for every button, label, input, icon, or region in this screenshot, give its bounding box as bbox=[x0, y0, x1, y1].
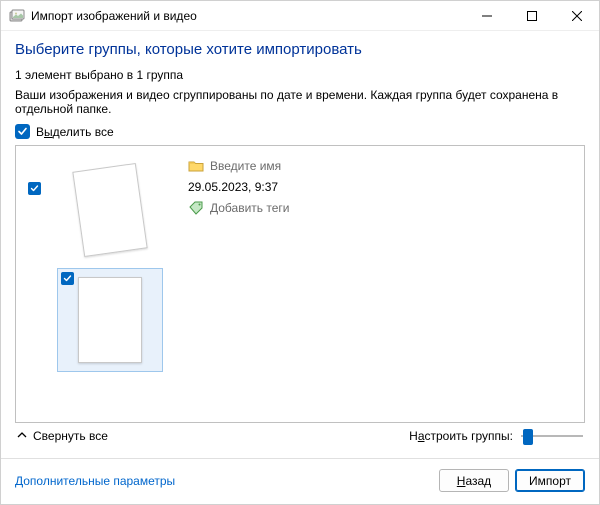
group-meta: Введите имя 29.05.2023, 9:37 Добавить те… bbox=[174, 158, 572, 372]
tag-icon bbox=[188, 201, 204, 215]
select-all-label[interactable]: Выделить все bbox=[36, 125, 114, 139]
tags-input[interactable]: Добавить теги bbox=[210, 200, 289, 216]
description-text: Ваши изображения и видео сгруппированы п… bbox=[15, 88, 585, 116]
selection-summary: 1 элемент выбрано в 1 группа bbox=[15, 68, 585, 82]
group-name-row[interactable]: Введите имя bbox=[188, 158, 572, 174]
back-button[interactable]: Назад bbox=[439, 469, 509, 492]
more-options-link[interactable]: Дополнительные параметры bbox=[15, 474, 175, 488]
page-heading: Выберите группы, которые хотите импортир… bbox=[15, 41, 585, 58]
file-thumbnail-icon bbox=[72, 163, 147, 257]
adjust-groups-label: Настроить группы: bbox=[409, 429, 513, 443]
group-granularity-slider[interactable] bbox=[521, 429, 583, 443]
slider-thumb[interactable] bbox=[523, 429, 533, 445]
import-button[interactable]: Импорт bbox=[515, 469, 585, 492]
thumbnail-checkbox[interactable] bbox=[61, 272, 74, 285]
thumbnail-item[interactable] bbox=[57, 158, 163, 262]
footer: Дополнительные параметры Назад Импорт bbox=[1, 458, 599, 504]
thumbnails-column bbox=[48, 158, 172, 372]
select-all-row: Выделить все bbox=[15, 124, 585, 139]
window-buttons bbox=[464, 1, 599, 30]
group-checkbox[interactable] bbox=[28, 182, 41, 195]
app-icon bbox=[9, 8, 25, 24]
select-all-checkbox[interactable] bbox=[15, 124, 30, 139]
file-thumbnail-icon bbox=[78, 277, 142, 363]
minimize-button[interactable] bbox=[464, 1, 509, 30]
folder-icon bbox=[188, 159, 204, 173]
groups-toolbar: Свернуть все Настроить группы: bbox=[15, 423, 585, 449]
adjust-groups: Настроить группы: bbox=[409, 429, 583, 443]
content-area: Выберите группы, которые хотите импортир… bbox=[1, 31, 599, 458]
group-datetime: 29.05.2023, 9:37 bbox=[188, 179, 572, 195]
thumbnail-item[interactable] bbox=[57, 268, 163, 372]
chevron-up-icon bbox=[17, 429, 27, 443]
close-button[interactable] bbox=[554, 1, 599, 30]
group-name-input[interactable]: Введите имя bbox=[210, 158, 281, 174]
group-row: Введите имя 29.05.2023, 9:37 Добавить те… bbox=[16, 146, 584, 384]
collapse-all-link[interactable]: Свернуть все bbox=[17, 429, 108, 443]
groups-panel: Введите имя 29.05.2023, 9:37 Добавить те… bbox=[15, 145, 585, 423]
window-title: Импорт изображений и видео bbox=[31, 9, 464, 23]
titlebar: Импорт изображений и видео bbox=[1, 1, 599, 31]
group-tags-row[interactable]: Добавить теги bbox=[188, 200, 572, 216]
maximize-button[interactable] bbox=[509, 1, 554, 30]
